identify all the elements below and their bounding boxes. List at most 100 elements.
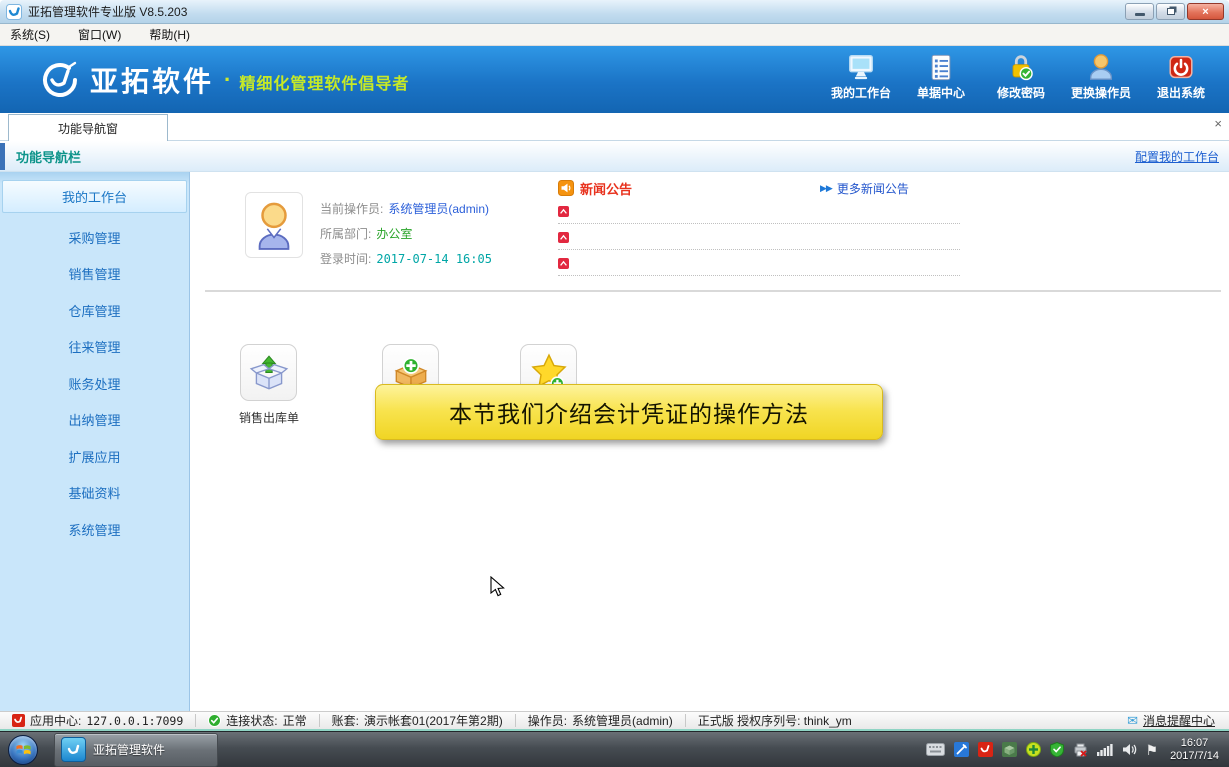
- sidebar-item-contacts[interactable]: 往来管理: [0, 329, 189, 366]
- sidebar: 我的工作台 采购管理 销售管理 仓库管理 往来管理 账务处理 出纳管理 扩展应用…: [0, 172, 190, 711]
- start-button[interactable]: [8, 735, 38, 765]
- document-center-button[interactable]: 单据中心: [901, 52, 981, 101]
- section-divider: [205, 290, 1221, 292]
- user-icon: [1086, 52, 1116, 82]
- nav-title: 功能导航栏: [16, 147, 81, 166]
- department-value: 办公室: [376, 225, 412, 242]
- sidebar-item-cashier[interactable]: 出纳管理: [0, 402, 189, 439]
- nav-header-bar: 功能导航栏 配置我的工作台: [0, 141, 1229, 172]
- status-license: 正式版 授权序列号: think_ym: [686, 712, 864, 729]
- avatar: [245, 192, 303, 258]
- sales-outbound-box-icon: [248, 352, 290, 394]
- operator-value: 系统管理员(admin): [388, 200, 489, 217]
- status-account: 账套: 演示帐套01(2017年第2期): [320, 712, 515, 729]
- mouse-cursor: [490, 576, 505, 598]
- tab-close-icon[interactable]: ×: [1214, 117, 1222, 131]
- status-app-center: 应用中心: 127.0.0.1:7099: [0, 712, 195, 729]
- keyboard-icon[interactable]: [926, 743, 945, 756]
- tool-tray-icon[interactable]: [954, 742, 969, 757]
- workspace-content: 当前操作员: 系统管理员(admin) 所属部门: 办公室 登录时间: 2017…: [190, 172, 1229, 711]
- shortcut-sales-outbound[interactable]: [240, 344, 297, 401]
- envelope-icon: ✉: [1127, 713, 1138, 729]
- tab-function-navigation[interactable]: 功能导航窗: [8, 114, 168, 141]
- sidebar-item-purchase[interactable]: 采购管理: [0, 219, 189, 256]
- menu-item-system[interactable]: 系统(S): [10, 26, 50, 43]
- network-signal-icon[interactable]: [1097, 743, 1113, 756]
- sidebar-item-warehouse[interactable]: 仓库管理: [0, 292, 189, 329]
- sidebar-item-sales[interactable]: 销售管理: [0, 256, 189, 293]
- more-news-link[interactable]: ▶▶ 更多新闻公告: [820, 180, 909, 197]
- account-value: 演示帐套01(2017年第2期): [364, 712, 503, 729]
- change-password-button[interactable]: 修改密码: [981, 52, 1061, 101]
- window-title: 亚拓管理软件专业版 V8.5.203: [28, 3, 187, 20]
- status-operator-value: 系统管理员(admin): [572, 712, 673, 729]
- exit-system-button[interactable]: 退出系统: [1141, 52, 1221, 101]
- main-area: 我的工作台 采购管理 销售管理 仓库管理 往来管理 账务处理 出纳管理 扩展应用…: [0, 172, 1229, 711]
- volume-icon[interactable]: [1122, 743, 1137, 756]
- switch-operator-button[interactable]: 更换操作员: [1061, 52, 1141, 101]
- user-info-panel: 当前操作员: 系统管理员(admin) 所属部门: 办公室 登录时间: 2017…: [320, 196, 492, 271]
- action-label: 修改密码: [997, 84, 1045, 101]
- window-titlebar: 亚拓管理软件专业版 V8.5.203 ×: [0, 0, 1229, 24]
- brand-separator: ·: [224, 67, 231, 93]
- double-arrow-icon: ▶▶: [820, 183, 832, 194]
- menu-item-window[interactable]: 窗口(W): [78, 26, 121, 43]
- news-item[interactable]: [558, 224, 960, 250]
- news-item[interactable]: [558, 250, 960, 276]
- lock-check-icon: [1006, 52, 1036, 82]
- login-time-label: 登录时间:: [320, 250, 371, 267]
- close-button[interactable]: ×: [1187, 3, 1224, 20]
- action-center-flag-icon[interactable]: ⚑: [1146, 743, 1159, 757]
- action-label: 我的工作台: [831, 84, 891, 101]
- system-tray: ⚑: [926, 742, 1159, 757]
- security-shield-icon[interactable]: [1050, 742, 1064, 757]
- app-center-icon: [12, 714, 25, 727]
- status-bar: 应用中心: 127.0.0.1:7099 连接状态: 正常 账套: 演示帐套01…: [0, 711, 1229, 731]
- login-time-value: 2017-07-14 16:05: [376, 252, 492, 266]
- my-workbench-button[interactable]: 我的工作台: [821, 52, 901, 101]
- brand-name: 亚拓软件: [90, 60, 214, 100]
- taskbar-app-button[interactable]: 亚拓管理软件: [54, 733, 218, 767]
- sidebar-item-extensions[interactable]: 扩展应用: [0, 438, 189, 475]
- app-logo-icon: [6, 4, 22, 20]
- sidebar-item-basic-data[interactable]: 基础资料: [0, 475, 189, 512]
- news-panel: 新闻公告 ▶▶ 更多新闻公告: [558, 178, 960, 276]
- windows-flag-icon: [15, 741, 32, 758]
- monitor-icon: [846, 52, 876, 82]
- minimize-button[interactable]: [1125, 3, 1154, 20]
- antivirus-plus-icon[interactable]: [1026, 742, 1041, 757]
- app-center-label: 应用中心:: [30, 712, 81, 729]
- sidebar-item-my-workbench[interactable]: 我的工作台: [2, 180, 187, 213]
- configure-workbench-link[interactable]: 配置我的工作台: [1135, 148, 1219, 165]
- document-list-icon: [926, 52, 956, 82]
- package-tray-icon[interactable]: [1002, 742, 1017, 757]
- taskbar-clock[interactable]: 16:07 2017/7/14: [1170, 737, 1219, 763]
- news-title: 新闻公告: [580, 179, 632, 198]
- menu-item-help[interactable]: 帮助(H): [149, 26, 190, 43]
- brand-header: 亚拓软件 · 精细化管理软件倡导者 我的工作台: [0, 46, 1229, 113]
- sidebar-item-system[interactable]: 系统管理: [0, 511, 189, 548]
- connection-value: 正常: [283, 712, 307, 729]
- action-label: 更换操作员: [1071, 84, 1131, 101]
- message-center-link[interactable]: ✉ 消息提醒中心: [1127, 712, 1229, 729]
- operator-label: 当前操作员:: [320, 200, 383, 217]
- action-label: 退出系统: [1157, 84, 1205, 101]
- news-item[interactable]: [558, 198, 960, 224]
- news-bullet-icon: [558, 232, 569, 243]
- taskbar-app-label: 亚拓管理软件: [93, 741, 165, 758]
- taskbar-app-icon: [61, 737, 86, 762]
- status-operator-label: 操作员:: [528, 712, 567, 729]
- brand-logo-icon: [36, 58, 80, 102]
- restore-button[interactable]: [1156, 3, 1185, 20]
- yatuo-tray-icon[interactable]: [978, 742, 993, 757]
- printer-error-icon[interactable]: [1073, 742, 1088, 757]
- tab-strip: 功能导航窗 ×: [0, 113, 1229, 141]
- action-label: 单据中心: [917, 84, 965, 101]
- power-icon: [1166, 52, 1196, 82]
- connection-ok-icon: [208, 714, 221, 727]
- clock-time: 16:07: [1170, 737, 1219, 750]
- announcement-speaker-icon: [558, 180, 574, 196]
- application-window: 亚拓管理软件专业版 V8.5.203 × 系统(S) 窗口(W) 帮助(H) 亚…: [0, 0, 1229, 767]
- account-label: 账套:: [332, 712, 359, 729]
- sidebar-item-accounting[interactable]: 账务处理: [0, 365, 189, 402]
